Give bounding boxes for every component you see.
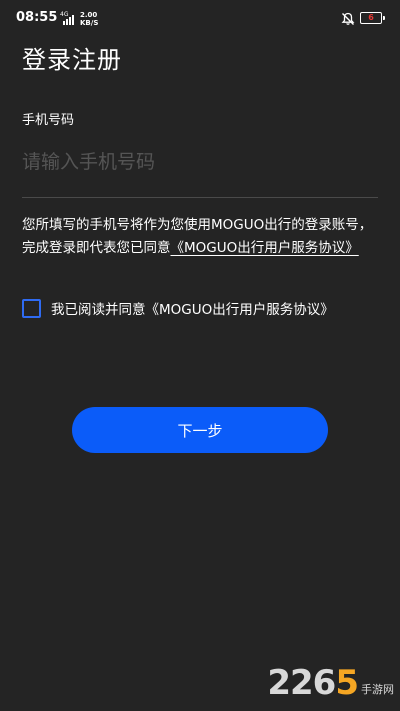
phone-label: 手机号码	[22, 113, 75, 128]
agreement-row[interactable]: 我已阅读并同意《MOGUO出行用户服务协议》	[22, 296, 334, 320]
network-speed: 2.00 KB/S	[80, 11, 98, 27]
network-speed-unit: KB/S	[80, 19, 99, 27]
service-agreement-link[interactable]: 《MOGUO出行用户服务协议》	[171, 240, 359, 256]
login-screen: 08:55 4G 2.00 KB/S 6 登录注册 手机号码 您所填写的手机号将…	[0, 0, 400, 711]
next-button[interactable]: 下一步	[72, 407, 328, 453]
agreement-label[interactable]: 我已阅读并同意《MOGUO出行用户服务协议》	[51, 298, 334, 318]
watermark-sub: 手游网	[361, 683, 394, 696]
phone-input-underline	[22, 197, 378, 198]
silent-icon	[341, 12, 355, 25]
phone-input[interactable]	[22, 142, 378, 182]
login-notice: 您所填写的手机号将作为您使用MOGUO出行的登录账号，完成登录即代表您已同意《M…	[22, 214, 382, 260]
watermark-number: 2265	[267, 663, 359, 703]
battery-icon: 6	[360, 12, 385, 24]
page-title: 登录注册	[22, 46, 122, 74]
status-time: 08:55	[16, 10, 58, 25]
signal-icon	[60, 13, 76, 25]
watermark-logo: 2265 手游网	[267, 662, 394, 702]
status-bar: 08:55 4G 2.00 KB/S 6	[0, 0, 400, 36]
battery-level: 6	[368, 13, 374, 22]
network-speed-value: 2.00	[80, 11, 98, 19]
agreement-checkbox[interactable]	[22, 298, 41, 318]
